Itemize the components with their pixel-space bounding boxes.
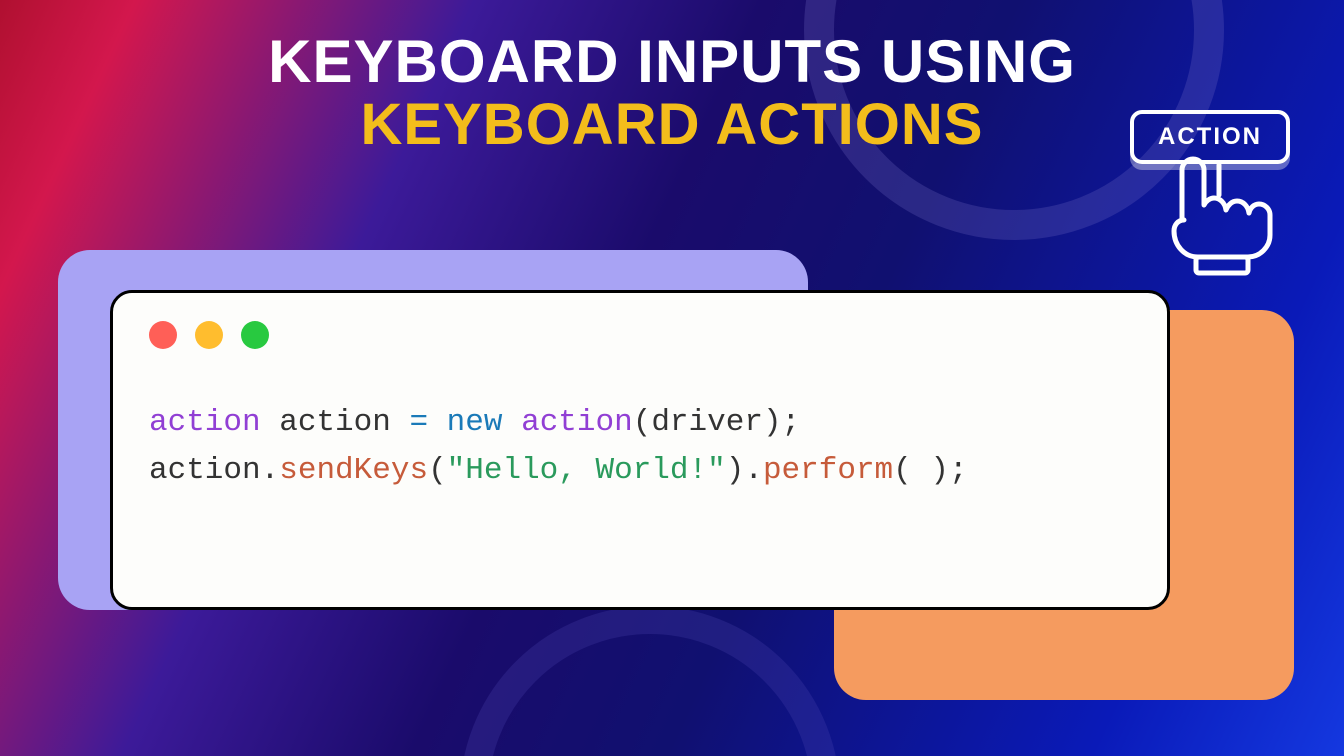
window-dot-green-icon: [241, 321, 269, 349]
code-token: action: [521, 405, 633, 440]
code-block: action action = new action(driver);actio…: [149, 399, 1131, 495]
code-token: new: [447, 405, 503, 440]
window-dot-red-icon: [149, 321, 177, 349]
code-token: action: [149, 405, 261, 440]
code-token: "Hello, World!": [447, 453, 726, 488]
code-line: action.sendKeys("Hello, World!").perform…: [149, 447, 1131, 495]
code-token: (driver);: [633, 405, 800, 440]
code-token: perform: [763, 453, 893, 488]
pointer-hand-icon: [1124, 110, 1304, 280]
code-token: ).: [726, 453, 763, 488]
code-line: action action = new action(driver);: [149, 399, 1131, 447]
code-token: (: [428, 453, 447, 488]
code-token: sendKeys: [279, 453, 428, 488]
code-window: action action = new action(driver);actio…: [110, 290, 1170, 610]
code-token: action.: [149, 453, 279, 488]
action-graphic: ACTION: [1124, 110, 1304, 280]
code-token: action: [261, 405, 410, 440]
code-token: =: [409, 405, 428, 440]
code-token: [428, 405, 447, 440]
title-line1: KEYBOARD INPUTS USING: [0, 30, 1344, 93]
window-dot-yellow-icon: [195, 321, 223, 349]
code-token: ( );: [893, 453, 967, 488]
window-traffic-dots: [149, 321, 1131, 349]
code-token: [502, 405, 521, 440]
decorative-ring: [460, 606, 840, 756]
